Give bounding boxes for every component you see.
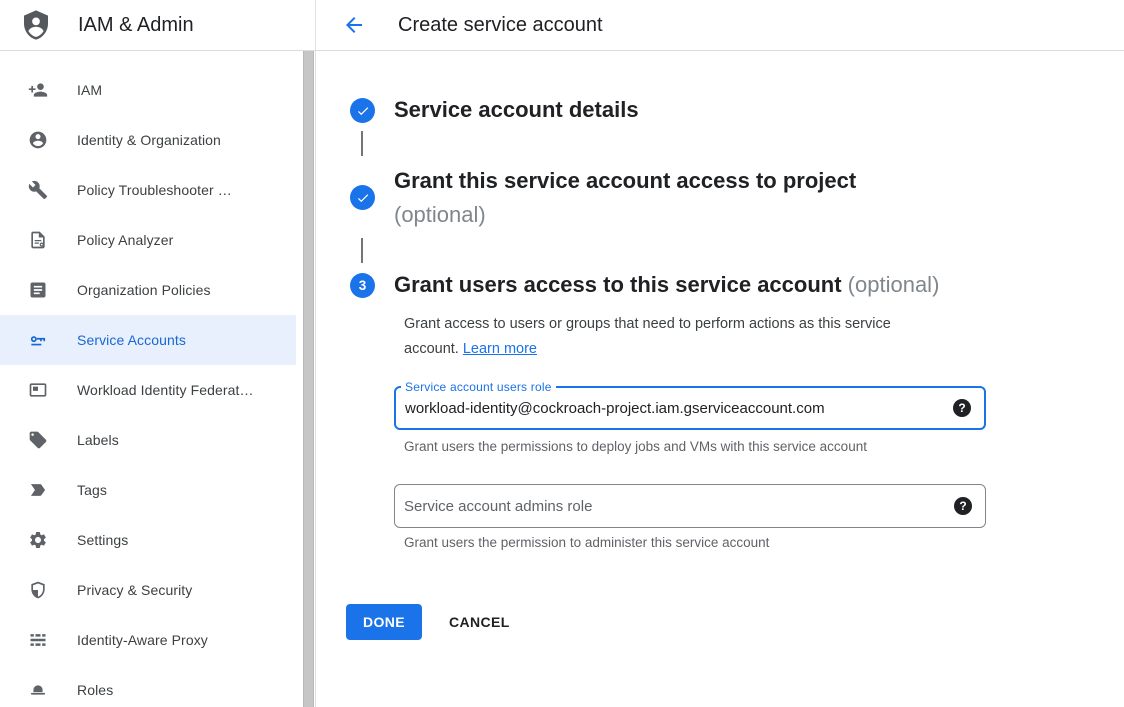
sidebar-item-service-accounts[interactable]: Service Accounts <box>0 315 296 365</box>
sidebar-item-policy-analyzer[interactable]: Policy Analyzer <box>0 215 296 265</box>
sidebar-item-label: Roles <box>77 682 113 698</box>
sidebar-scrollbar[interactable] <box>303 51 314 707</box>
help-icon[interactable]: ? <box>954 497 972 515</box>
iam-shield-icon <box>20 9 52 41</box>
sidebar-item-identity-aware-proxy[interactable]: Identity-Aware Proxy <box>0 615 296 665</box>
check-icon <box>356 191 370 205</box>
sidebar-item-label: Labels <box>77 432 119 448</box>
sidebar-item-privacy-security[interactable]: Privacy & Security <box>0 565 296 615</box>
step2-indicator[interactable] <box>350 185 375 210</box>
back-button[interactable] <box>340 11 368 39</box>
users-role-label: Service account users role <box>401 380 556 394</box>
wrench-icon <box>28 180 48 200</box>
sidebar-item-label: Tags <box>77 482 107 498</box>
service-account-key-icon <box>28 330 48 350</box>
admins-role-field: ? <box>394 484 986 528</box>
sidebar-item-label: Settings <box>77 532 128 548</box>
sidebar-item-iam[interactable]: IAM <box>0 65 296 115</box>
proxy-grid-icon <box>28 630 48 650</box>
page-title: Create service account <box>398 0 603 50</box>
done-button[interactable]: DONE <box>346 604 422 640</box>
step3-description: Grant access to users or groups that nee… <box>404 312 959 362</box>
sidebar-item-organization-policies[interactable]: Organization Policies <box>0 265 296 315</box>
help-icon[interactable]: ? <box>953 399 971 417</box>
users-role-helper: Grant users the permissions to deploy jo… <box>404 439 867 454</box>
cancel-button[interactable]: CANCEL <box>441 604 518 640</box>
admins-role-input[interactable] <box>395 485 985 527</box>
step-connector <box>361 238 363 263</box>
step3-title[interactable]: Grant users access to this service accou… <box>394 272 939 298</box>
sidebar-item-tags[interactable]: Tags <box>0 465 296 515</box>
step2-optional-label: (optional) <box>394 202 486 228</box>
sidebar-item-label: Privacy & Security <box>77 582 192 598</box>
sidebar-item-workload-identity-federation[interactable]: Workload Identity Federat… <box>0 365 296 415</box>
admins-role-helper: Grant users the permission to administer… <box>404 535 769 550</box>
step1-indicator[interactable] <box>350 98 375 123</box>
sidebar-item-label: Service Accounts <box>77 332 186 348</box>
sidebar-item-label: Policy Analyzer <box>77 232 173 248</box>
users-role-input[interactable] <box>396 388 984 428</box>
top-header: IAM & Admin Create service account <box>0 0 1124 51</box>
sidebar-item-identity-organization[interactable]: Identity & Organization <box>0 115 296 165</box>
card-icon <box>28 380 48 400</box>
product-title: IAM & Admin <box>78 0 194 50</box>
step-connector <box>361 131 363 156</box>
step1-title[interactable]: Service account details <box>394 97 639 123</box>
sidebar-item-label: Workload Identity Federat… <box>77 382 254 398</box>
account-circle-icon <box>28 130 48 150</box>
sidebar-item-roles[interactable]: Roles <box>0 665 296 707</box>
sidebar-item-labels[interactable]: Labels <box>0 415 296 465</box>
sidebar-item-label: Policy Troubleshooter … <box>77 182 232 198</box>
learn-more-link[interactable]: Learn more <box>463 341 537 357</box>
label-important-icon <box>28 480 48 500</box>
document-gear-icon <box>28 230 48 250</box>
sidebar-item-label: Identity & Organization <box>77 132 221 148</box>
step3-optional-label: (optional) <box>848 272 940 297</box>
article-icon <box>28 280 48 300</box>
check-icon <box>356 104 370 118</box>
step3-number: 3 <box>359 278 367 293</box>
shield-half-icon <box>28 580 48 600</box>
app-window: IAM & Admin Create service account IAM I… <box>0 0 1124 707</box>
step3-title-text: Grant users access to this service accou… <box>394 272 842 297</box>
step2-title[interactable]: Grant this service account access to pro… <box>394 168 856 194</box>
sidebar-item-label: Organization Policies <box>77 282 211 298</box>
sidebar-divider <box>315 0 316 707</box>
step3-indicator[interactable]: 3 <box>350 273 375 298</box>
sidebar-item-settings[interactable]: Settings <box>0 515 296 565</box>
users-role-field: Service account users role ? <box>394 386 986 430</box>
sidebar-nav: IAM Identity & Organization Policy Troub… <box>0 51 303 707</box>
tag-icon <box>28 430 48 450</box>
person-add-icon <box>28 80 48 100</box>
hat-icon <box>28 680 48 700</box>
arrow-left-icon <box>342 13 366 37</box>
sidebar-item-policy-troubleshooter[interactable]: Policy Troubleshooter … <box>0 165 296 215</box>
sidebar-item-label: IAM <box>77 82 102 98</box>
gear-icon <box>28 530 48 550</box>
sidebar-item-label: Identity-Aware Proxy <box>77 632 208 648</box>
